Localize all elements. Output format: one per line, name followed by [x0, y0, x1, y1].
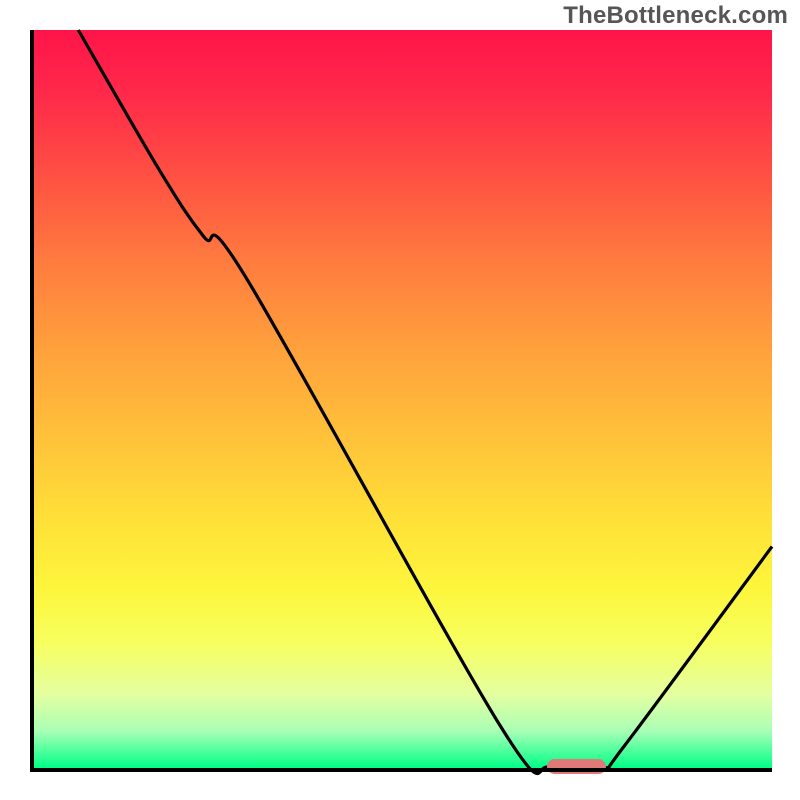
chart-axes	[30, 30, 772, 772]
watermark-text: TheBottleneck.com	[563, 2, 788, 30]
chart-wrapper: TheBottleneck.com	[0, 0, 800, 800]
